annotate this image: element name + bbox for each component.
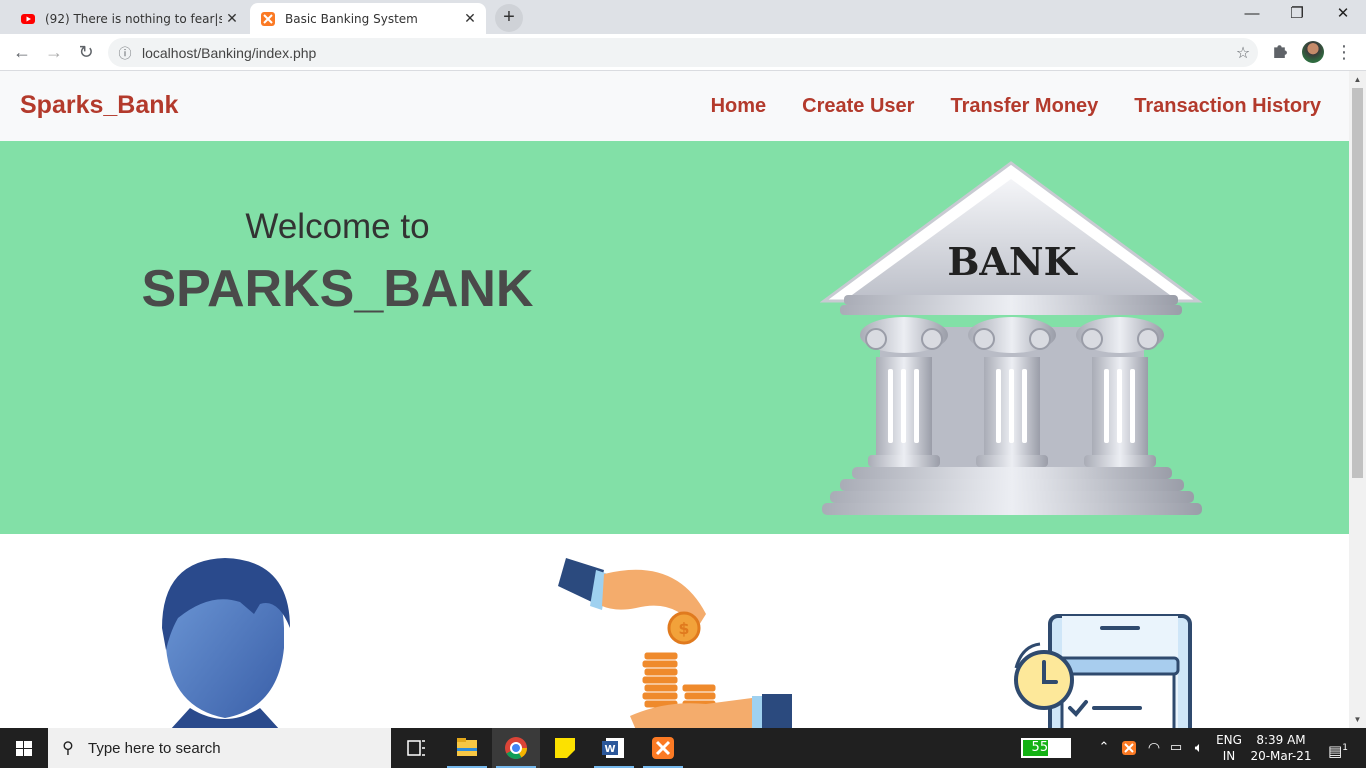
task-view-icon[interactable] [392,728,440,768]
new-tab-button[interactable]: + [495,4,523,32]
youtube-icon [21,13,35,24]
brand-logo[interactable]: Sparks_Bank [20,91,178,120]
user-avatar-illustration[interactable] [150,558,300,728]
hero-welcome-text: Welcome to [245,207,430,246]
notification-center-icon[interactable]: ▤1 [1318,728,1358,768]
scroll-down-arrow-icon[interactable]: ▼ [1349,711,1366,728]
bookmark-star-icon[interactable]: ☆ [1228,43,1258,63]
sticky-notes-icon[interactable] [541,728,589,768]
tab-youtube[interactable]: (92) There is nothing to fear|so m ✕ [10,3,248,34]
restore-button[interactable]: ❐ [1274,0,1320,30]
search-icon: ⚲ [62,740,74,757]
xampp-tray-icon[interactable] [1119,728,1139,768]
browser-toolbar: ← → ↻ ⓘ localhost/Banking/index.php ☆ ⋮ [0,34,1366,71]
url-text[interactable]: localhost/Banking/index.php [142,45,1228,61]
tab-title: Basic Banking System [285,11,418,26]
windows-start-icon[interactable] [0,728,48,768]
forward-arrow-icon[interactable]: → [40,39,68,67]
language-indicator[interactable]: ENG IN [1212,728,1246,768]
minimize-button[interactable]: — [1229,0,1275,30]
svg-text:$: $ [678,619,689,638]
scroll-up-arrow-icon[interactable]: ▲ [1349,71,1366,88]
transfer-money-illustration[interactable]: $ [556,558,796,728]
info-icon[interactable]: ⓘ [108,43,142,62]
volume-icon[interactable]: 🔈︎ [1188,728,1210,768]
svg-text:W: W [604,744,615,755]
clock[interactable]: 8:39 AM 20-Mar-21 [1250,728,1312,768]
wifi-icon[interactable]: ◠ [1144,728,1164,768]
battery-percent: 55% [1031,740,1061,755]
reload-icon[interactable]: ↻ [72,39,100,67]
battery-indicator[interactable]: 55% [1021,738,1071,758]
language-code: ENG [1216,733,1242,747]
nav-transaction-history-link[interactable]: Transaction History [1134,95,1321,118]
bank-sign-text: BANK [947,239,1078,284]
page-viewport: Sparks_Bank Home Create User Transfer Mo… [0,71,1349,728]
nav-home-link[interactable]: Home [711,95,767,118]
clock-time: 8:39 AM [1256,733,1306,747]
chevron-up-icon[interactable]: ⌃ [1094,728,1114,768]
menu-dots-icon[interactable]: ⋮ [1330,39,1358,67]
tab-basic-banking[interactable]: Basic Banking System ✕ [250,3,486,34]
back-arrow-icon[interactable]: ← [8,39,36,67]
close-tab-icon[interactable]: ✕ [222,10,242,27]
taskbar-search-box[interactable]: ⚲ Type here to search [48,728,391,768]
search-placeholder: Type here to search [88,739,221,757]
scrollbar-thumb[interactable] [1352,88,1363,478]
profile-avatar[interactable] [1302,41,1324,63]
notification-count: 1 [1342,743,1348,753]
site-navbar: Sparks_Bank Home Create User Transfer Mo… [0,71,1349,141]
file-explorer-icon[interactable] [443,728,491,768]
extensions-puzzle-icon[interactable] [1271,42,1288,59]
address-bar[interactable]: ⓘ localhost/Banking/index.php ☆ [108,38,1258,67]
hero-bank-name: SPARKS_BANK [141,260,534,318]
hero-banner: Welcome to SPARKS_BANK BANK [0,141,1349,534]
word-icon[interactable]: W [590,728,638,768]
transaction-history-illustration[interactable] [1010,612,1196,728]
feature-cards: $ [0,534,1349,728]
chrome-icon[interactable] [492,728,540,768]
close-window-button[interactable]: ✕ [1320,0,1366,30]
clock-date: 20-Mar-21 [1250,749,1312,763]
page-scrollbar[interactable]: ▲ ▼ [1349,71,1366,728]
nav-links: Home Create User Transfer Money Transact… [711,95,1321,118]
region-code: IN [1222,749,1236,763]
browser-tab-strip: (92) There is nothing to fear|so m ✕ Bas… [0,0,1366,34]
nav-transfer-money-link[interactable]: Transfer Money [950,95,1098,118]
windows-taskbar: ⚲ Type here to search W 55% ⌃ ◠ ▭ 🔈︎ ENG… [0,728,1366,768]
xampp-icon [261,11,275,26]
tab-title: (92) There is nothing to fear|so m [45,11,222,26]
close-tab-icon[interactable]: ✕ [460,10,480,27]
bank-building-illustration: BANK [820,161,1203,515]
xampp-taskbar-icon[interactable] [639,728,687,768]
battery-tray-icon[interactable]: ▭ [1166,728,1186,768]
nav-create-user-link[interactable]: Create User [802,95,914,118]
